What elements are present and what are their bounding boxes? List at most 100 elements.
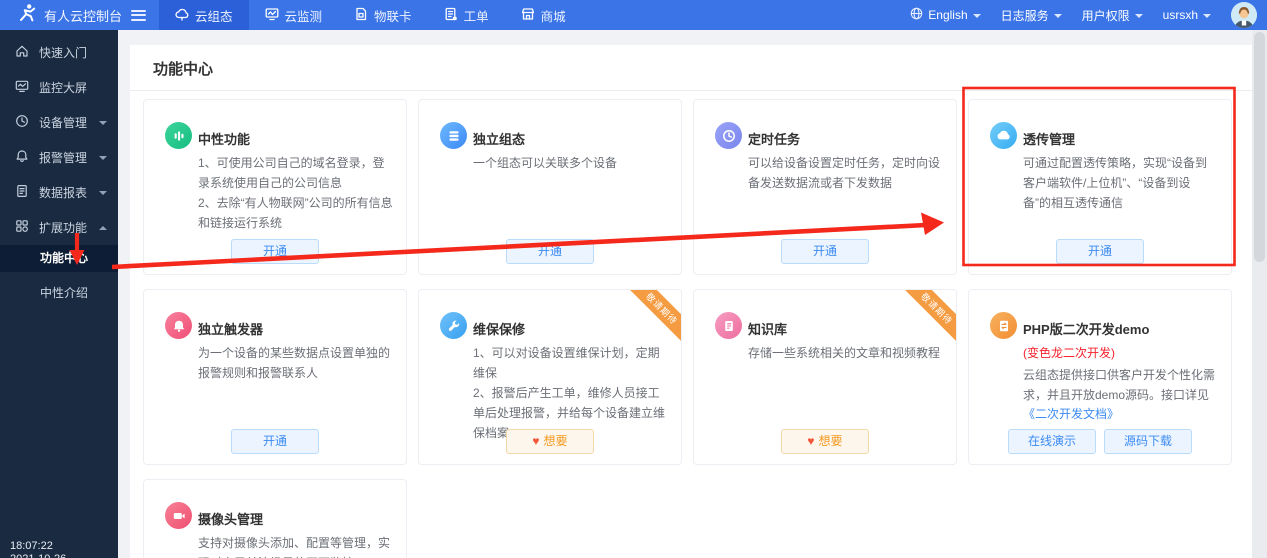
- card-description: 1、可使用公司自己的域名登录，登录系统使用自己的公司信息 2、去除“有人物联网”…: [198, 156, 393, 230]
- scrollbar[interactable]: [1252, 30, 1267, 558]
- chevron-down-icon: [1054, 14, 1062, 18]
- feature-card-0: 中性功能 1、可使用公司自己的域名登录，登录系统使用自己的公司信息 2、去除“有…: [143, 99, 407, 275]
- chevron-up-icon: [99, 226, 107, 230]
- sidebar-item-1[interactable]: 监控大屏: [0, 70, 118, 105]
- sidebar-item-label: 扩展功能: [39, 219, 87, 236]
- card-title: 透传管理: [1023, 129, 1075, 148]
- nav-tab-2[interactable]: 物联卡: [338, 0, 428, 30]
- card-description: 可通过配置透传策略，实现“设备到客户端软件/上位机”、“设备到设备”的相互透传通…: [1023, 156, 1207, 210]
- card-title: 维保保修: [473, 319, 525, 338]
- sidebar-item-3[interactable]: 报警管理: [0, 140, 118, 175]
- layers-icon: [440, 122, 467, 149]
- sidebar-item-5[interactable]: 扩展功能: [0, 210, 118, 245]
- coming-soon-ribbon: 敬请期待: [625, 289, 682, 346]
- sidebar-item-0[interactable]: 快速入门: [0, 35, 118, 70]
- main-panel: 功能中心 中性功能 1、可使用公司自己的域名登录，登录系统使用自己的公司信息 2…: [130, 45, 1252, 558]
- card-title: 知识库: [748, 319, 787, 338]
- chevron-down-icon: [99, 121, 107, 125]
- avatar[interactable]: [1231, 2, 1257, 28]
- hamburger-menu-icon[interactable]: [131, 7, 146, 23]
- feature-card-5: 维保保修 1、可以对设备设置维保计划，定期维保 2、报警后产生工单，维修人员接工…: [418, 289, 682, 465]
- sidebar-item-4[interactable]: 数据报表: [0, 175, 118, 210]
- heart-icon: ♥: [532, 434, 539, 448]
- chevron-down-icon: [99, 191, 107, 195]
- nav-tab-3[interactable]: 工单: [428, 0, 505, 30]
- globe-icon: [910, 7, 923, 23]
- top-navbar: 有人云控制台 云组态 云监测 物联卡 工单 商城 English: [0, 0, 1267, 30]
- device-icon: [15, 114, 39, 131]
- log-service-label: 日志服务: [1001, 7, 1049, 24]
- book-icon: [715, 312, 742, 339]
- camera-icon: [165, 502, 192, 529]
- activate-button[interactable]: 开通: [781, 239, 869, 264]
- coming-soon-ribbon: 敬请期待: [900, 289, 957, 346]
- running-person-logo-icon: [18, 3, 37, 27]
- nav-tab-label: 商城: [541, 6, 566, 25]
- want-button[interactable]: ♥想要: [506, 429, 594, 454]
- card-action-button[interactable]: 源码下载: [1104, 429, 1192, 454]
- iot-card-icon: [354, 7, 368, 24]
- time-label: 18:07:22: [10, 540, 66, 553]
- feature-card-7: PHP版二次开发demo (变色龙二次开发) 云组态提供接口供客户开发个性化需求…: [968, 289, 1232, 465]
- activate-button[interactable]: 开通: [1056, 239, 1144, 264]
- cloud-config-icon: [175, 7, 189, 24]
- nav-tab-label: 物联卡: [374, 6, 412, 25]
- sidebar-item-label: 快速入门: [39, 44, 87, 61]
- report-icon: [15, 184, 39, 201]
- feature-card-8: 摄像头管理 支持对摄像头添加、配置等管理，实现对自己关注场景的画面监控: [143, 479, 407, 558]
- feature-card-6: 知识库 存储一些系统相关的文章和视频教程 ♥想要 敬请期待: [693, 289, 957, 465]
- sidebar-item-label: 监控大屏: [39, 79, 87, 96]
- equalizer-icon: [165, 122, 192, 149]
- chevron-down-icon: [1135, 14, 1143, 18]
- activate-button[interactable]: 开通: [506, 239, 594, 264]
- sidebar-subitem-1[interactable]: 中性介绍: [0, 280, 118, 307]
- nav-tab-1[interactable]: 云监测: [249, 0, 339, 30]
- sidebar: 快速入门 监控大屏 设备管理 报警管理 数据报表 扩展功能 功能中心 中性介绍: [0, 30, 118, 558]
- sidebar-item-2[interactable]: 设备管理: [0, 105, 118, 140]
- date-label: 2021-10-26: [10, 553, 66, 558]
- feature-card-3: 透传管理 可通过配置透传策略，实现“设备到客户端软件/上位机”、“设备到设备”的…: [968, 99, 1232, 275]
- username-dropdown[interactable]: usrsxh: [1163, 8, 1211, 22]
- wrench-icon: [440, 312, 467, 339]
- chevron-down-icon: [1203, 14, 1211, 18]
- card-action-button[interactable]: 在线演示: [1008, 429, 1096, 454]
- scrollbar-thumb[interactable]: [1254, 32, 1265, 262]
- card-title: 独立组态: [473, 129, 525, 148]
- sidebar-item-label: 设备管理: [39, 114, 87, 131]
- chevron-down-icon: [973, 14, 981, 18]
- work-order-icon: [444, 7, 458, 24]
- code-doc-icon: [990, 312, 1017, 339]
- user-permission-label: 用户权限: [1082, 7, 1130, 24]
- topbar-right: English 日志服务 用户权限 usrsxh: [910, 2, 1267, 28]
- card-title: 独立触发器: [198, 319, 263, 338]
- feature-card-2: 定时任务 可以给设备设置定时任务，定时向设备发送数据流或者下发数据 开通: [693, 99, 957, 275]
- card-title: 中性功能: [198, 129, 250, 148]
- language-dropdown[interactable]: English: [910, 7, 980, 23]
- app-logo: 有人云控制台: [0, 3, 122, 27]
- username-label: usrsxh: [1163, 8, 1198, 22]
- screen-icon: [15, 79, 39, 96]
- cloud-monitor-icon: [265, 7, 279, 24]
- clock-icon: [715, 122, 742, 149]
- nav-tab-4[interactable]: 商城: [505, 0, 582, 30]
- user-permission-dropdown[interactable]: 用户权限: [1082, 7, 1143, 24]
- apps-icon: [15, 219, 39, 236]
- sidebar-item-label: 报警管理: [39, 149, 87, 166]
- nav-tab-0[interactable]: 云组态: [159, 0, 249, 30]
- sidebar-item-label: 数据报表: [39, 184, 87, 201]
- cloud-icon: [990, 122, 1017, 149]
- feature-card-4: 独立触发器 为一个设备的某些数据点设置单独的报警规则和报警联系人 开通: [143, 289, 407, 465]
- card-title: 摄像头管理: [198, 509, 263, 528]
- doc-link[interactable]: 《二次开发文档》: [1023, 407, 1119, 421]
- nav-tab-label: 工单: [464, 6, 489, 25]
- card-title: PHP版二次开发demo: [1023, 319, 1149, 338]
- activate-button[interactable]: 开通: [231, 429, 319, 454]
- top-nav-tabs: 云组态 云监测 物联卡 工单 商城: [159, 0, 582, 30]
- card-title: 定时任务: [748, 129, 800, 148]
- log-service-dropdown[interactable]: 日志服务: [1001, 7, 1062, 24]
- chevron-down-icon: [99, 156, 107, 160]
- sidebar-subitem-0[interactable]: 功能中心: [0, 245, 118, 272]
- activate-button[interactable]: 开通: [231, 239, 319, 264]
- want-button[interactable]: ♥想要: [781, 429, 869, 454]
- feature-cards-grid: 中性功能 1、可使用公司自己的域名登录，登录系统使用自己的公司信息 2、去除“有…: [130, 91, 1252, 558]
